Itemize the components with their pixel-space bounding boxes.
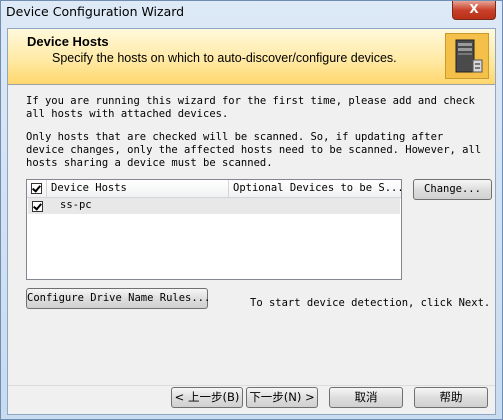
back-button[interactable]: < 上一步(B) xyxy=(171,387,243,408)
host-name: ss-pc xyxy=(60,199,92,211)
column-optional-devices[interactable]: Optional Devices to be S... xyxy=(229,180,401,197)
intro-text: If you are running this wizard for the f… xyxy=(26,95,475,120)
table-row[interactable]: ss-pc xyxy=(28,198,400,214)
listview-header: Device Hosts Optional Devices to be S... xyxy=(27,180,401,198)
header-checkbox-column[interactable] xyxy=(27,180,47,197)
server-icon xyxy=(445,33,489,79)
change-button[interactable]: Change... xyxy=(413,179,492,200)
host-checkbox[interactable] xyxy=(32,201,43,212)
configure-drive-name-rules-button[interactable]: Configure Drive Name Rules... xyxy=(26,288,210,309)
next-button[interactable]: 下一步(N) > xyxy=(246,387,318,408)
scan-note-text: Only hosts that are checked will be scan… xyxy=(26,131,482,169)
title-bar[interactable]: Device Configuration Wizard X xyxy=(1,1,502,23)
page-subtitle: Specify the hosts on which to auto-disco… xyxy=(52,51,397,65)
start-detection-hint: To start device detection, click Next. xyxy=(250,297,491,309)
close-button[interactable]: X xyxy=(452,1,496,20)
wizard-client-area: Device Hosts Specify the hosts on which … xyxy=(7,28,496,415)
hosts-listview[interactable]: Device Hosts Optional Devices to be S...… xyxy=(26,179,402,280)
page-title: Device Hosts xyxy=(27,34,109,49)
footer-divider xyxy=(8,385,495,386)
select-all-checkbox[interactable] xyxy=(31,183,42,194)
window-title: Device Configuration Wizard xyxy=(6,4,185,19)
close-icon: X xyxy=(469,2,479,16)
wizard-window: Device Configuration Wizard X Device Hos… xyxy=(0,0,503,420)
wizard-header: Device Hosts Specify the hosts on which … xyxy=(8,29,495,85)
help-button[interactable]: 帮助 xyxy=(414,387,488,408)
cancel-button[interactable]: 取消 xyxy=(329,387,403,408)
column-device-hosts[interactable]: Device Hosts xyxy=(47,180,229,197)
